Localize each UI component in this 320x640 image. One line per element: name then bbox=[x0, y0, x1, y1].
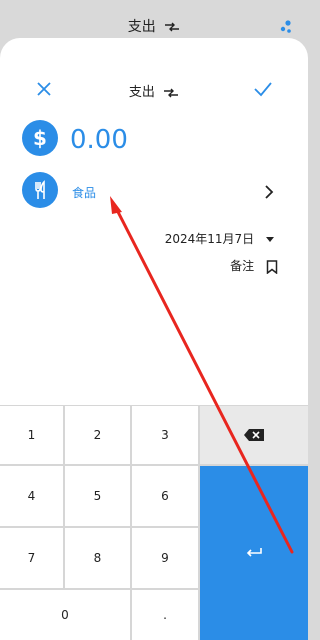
key-4[interactable]: 4 bbox=[0, 466, 63, 526]
backspace-icon bbox=[244, 429, 264, 441]
swap-arrows-icon[interactable] bbox=[164, 22, 180, 32]
key-3[interactable]: 3 bbox=[132, 406, 198, 464]
check-icon[interactable] bbox=[254, 81, 272, 97]
chevron-right-icon bbox=[265, 185, 274, 199]
numeric-keypad: 1 2 3 4 5 6 7 8 9 0 . bbox=[0, 405, 308, 640]
key-9[interactable]: 9 bbox=[132, 528, 198, 588]
key-5[interactable]: 5 bbox=[65, 466, 130, 526]
note-label: 备注 bbox=[230, 259, 255, 273]
sheet-title: 支出 bbox=[128, 85, 155, 100]
amount-row[interactable]: $ 0.00 bbox=[0, 120, 308, 160]
svg-text:$: $ bbox=[33, 126, 47, 150]
category-row[interactable]: 食品 bbox=[0, 172, 308, 212]
key-decimal[interactable]: . bbox=[132, 590, 198, 640]
key-7[interactable]: 7 bbox=[0, 528, 63, 588]
amount-value: 0.00 bbox=[70, 125, 128, 155]
enter-key[interactable] bbox=[200, 466, 308, 640]
swap-arrows-icon[interactable] bbox=[163, 88, 179, 98]
top-title: 支出 bbox=[127, 19, 156, 35]
note-button[interactable]: 备注 bbox=[230, 257, 278, 275]
bookmark-icon bbox=[266, 259, 278, 274]
dots-cluster-icon[interactable] bbox=[278, 19, 294, 35]
key-2[interactable]: 2 bbox=[65, 406, 130, 464]
key-8[interactable]: 8 bbox=[65, 528, 130, 588]
caret-down-icon bbox=[266, 237, 274, 242]
date-value: 2024年11月7日 bbox=[164, 232, 255, 246]
top-title-wrap: 支出 bbox=[0, 16, 308, 36]
category-label: 食品 bbox=[72, 186, 97, 200]
sheet-header: 支出 bbox=[0, 78, 308, 102]
dollar-icon: $ bbox=[22, 120, 58, 156]
date-selector[interactable]: 2024年11月7日 bbox=[165, 230, 274, 248]
enter-icon bbox=[246, 548, 262, 557]
cutlery-icon bbox=[22, 172, 58, 208]
key-6[interactable]: 6 bbox=[132, 466, 198, 526]
backspace-key[interactable] bbox=[200, 406, 308, 464]
key-0[interactable]: 0 bbox=[0, 590, 130, 640]
key-1[interactable]: 1 bbox=[0, 406, 63, 464]
